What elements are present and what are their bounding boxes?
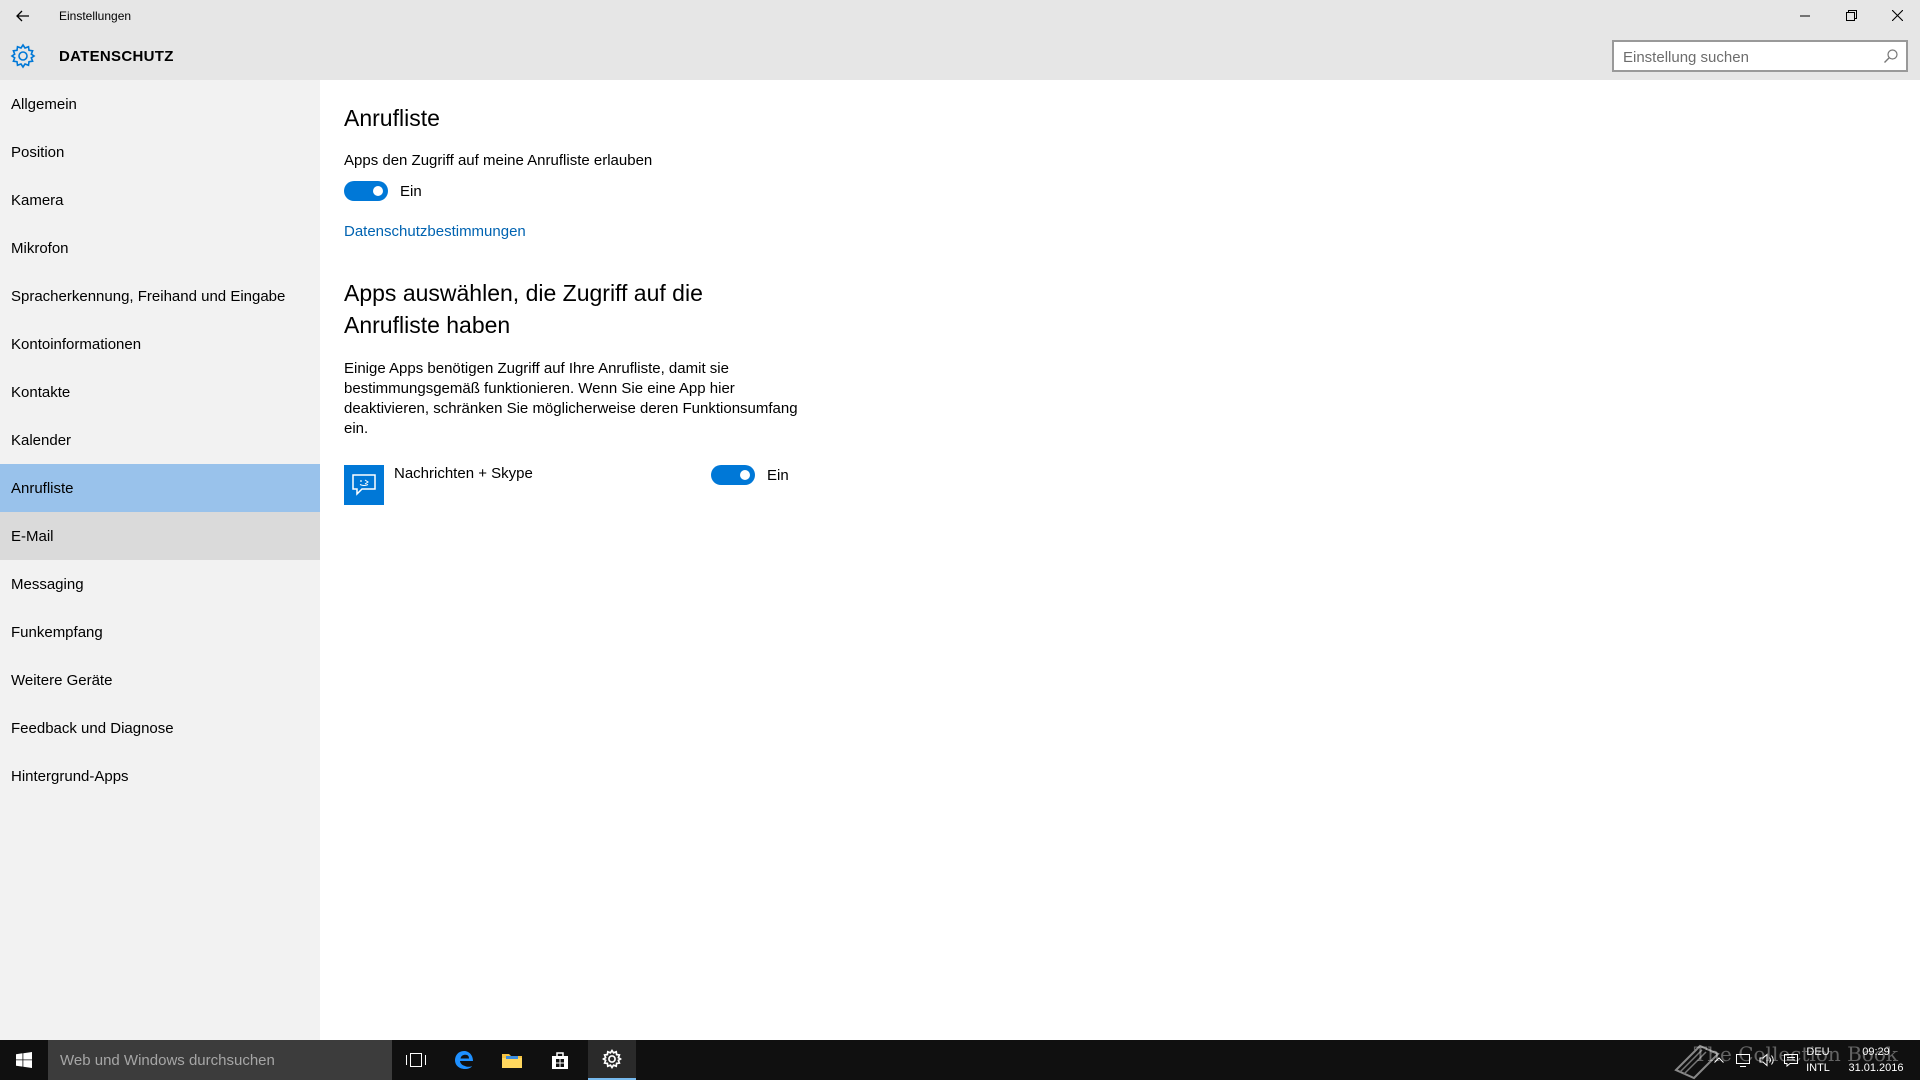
app-access-toggle[interactable] [711, 465, 755, 485]
minimize-button[interactable] [1782, 0, 1828, 31]
minimize-icon [1800, 15, 1810, 16]
sidebar-item-label: Kontakte [11, 383, 71, 401]
toggle-knob [373, 186, 383, 196]
title-bar: Einstellungen [0, 0, 1920, 31]
allow-access-toggle[interactable] [344, 181, 388, 201]
toggle-knob [740, 470, 750, 480]
start-button[interactable] [0, 1040, 48, 1080]
sidebar-item-label: Funkempfang [11, 623, 103, 641]
search-placeholder: Einstellung suchen [1623, 49, 1749, 66]
sidebar: Allgemein Position Kamera Mikrofon Sprac… [0, 80, 320, 1040]
back-button[interactable] [0, 0, 46, 31]
task-view-button[interactable] [392, 1040, 440, 1080]
sidebar-item-email[interactable]: E-Mail [0, 512, 320, 560]
folder-icon [502, 1054, 522, 1068]
sidebar-item-label: Kalender [11, 431, 72, 449]
sidebar-item-feedback[interactable]: Feedback und Diagnose [0, 704, 320, 752]
restore-button[interactable] [1828, 0, 1874, 31]
page-title: DATENSCHUTZ [59, 48, 174, 65]
apps-heading: Apps auswählen, die Zugriff auf die Anru… [344, 280, 703, 338]
settings-taskbar-button[interactable] [588, 1040, 636, 1080]
sidebar-item-label: Spracherkennung, Freihand und Eingabe [11, 287, 286, 305]
sidebar-item-messaging[interactable]: Messaging [0, 560, 320, 608]
allow-access-state: Ein [400, 183, 422, 200]
sidebar-item-label: Position [11, 143, 65, 161]
settings-search-input[interactable]: Einstellung suchen [1612, 40, 1908, 72]
sidebar-item-spracherkennung[interactable]: Spracherkennung, Freihand und Eingabe [0, 272, 320, 320]
sidebar-item-funkempfang[interactable]: Funkempfang [0, 608, 320, 656]
watermark-text: The Collection Book [1693, 1042, 1898, 1066]
edge-icon [455, 1051, 473, 1069]
taskbar-search-input[interactable]: Web und Windows durchsuchen [48, 1040, 392, 1080]
allow-access-label: Apps den Zugriff auf meine Anrufliste er… [344, 152, 653, 169]
sidebar-item-label: Messaging [11, 575, 84, 593]
chat-bubble-glyph [352, 474, 376, 496]
sidebar-item-anrufliste[interactable]: Anrufliste [0, 464, 320, 512]
sidebar-item-label: Feedback und Diagnose [11, 719, 174, 737]
file-explorer-button[interactable] [488, 1040, 536, 1080]
sidebar-item-kalender[interactable]: Kalender [0, 416, 320, 464]
edge-browser-button[interactable] [440, 1040, 488, 1080]
sidebar-item-kontoinformationen[interactable]: Kontoinformationen [0, 320, 320, 368]
gear-icon [602, 1049, 622, 1069]
sidebar-item-label: Hintergrund-Apps [11, 767, 129, 785]
task-view-icon [406, 1053, 426, 1067]
sidebar-item-label: Kamera [11, 191, 64, 209]
store-button[interactable] [536, 1040, 584, 1080]
apps-description: Einige Apps benötigen Zugriff auf Ihre A… [344, 360, 798, 437]
app-access-state: Ein [767, 467, 789, 484]
sidebar-item-label: Kontoinformationen [11, 335, 142, 353]
search-icon[interactable] [1883, 48, 1899, 64]
app-name: Nachrichten + Skype [394, 465, 533, 482]
sidebar-item-label: Allgemein [11, 95, 77, 113]
sidebar-item-label: Anrufliste [11, 479, 74, 497]
sidebar-item-allgemein[interactable]: Allgemein [0, 80, 320, 128]
taskbar-search-placeholder: Web und Windows durchsuchen [60, 1052, 275, 1069]
sidebar-item-kontakte[interactable]: Kontakte [0, 368, 320, 416]
window-title: Einstellungen [59, 9, 132, 23]
chat-bubble-icon [344, 465, 384, 505]
taskbar: Web und Windows durchsuchen DEU INTL 09:… [0, 1040, 1920, 1080]
sidebar-item-label: E-Mail [11, 527, 54, 545]
settings-header: DATENSCHUTZ Einstellung suchen [0, 31, 1920, 80]
sidebar-item-weitere-geraete[interactable]: Weitere Geräte [0, 656, 320, 704]
store-bag-icon [552, 1052, 568, 1069]
gear-icon [10, 43, 36, 69]
restore-icon [1845, 10, 1857, 21]
windows-logo-icon [16, 1052, 32, 1068]
close-icon [1891, 10, 1903, 21]
sidebar-item-label: Weitere Geräte [11, 671, 113, 689]
sidebar-item-mikrofon[interactable]: Mikrofon [0, 224, 320, 272]
sidebar-item-position[interactable]: Position [0, 128, 320, 176]
sidebar-item-kamera[interactable]: Kamera [0, 176, 320, 224]
privacy-statement-link[interactable]: Datenschutzbestimmungen [344, 223, 526, 240]
section-title: Anrufliste [344, 105, 440, 131]
back-arrow-icon [16, 10, 29, 21]
sidebar-item-label: Mikrofon [11, 239, 69, 257]
sidebar-item-hintergrund-apps[interactable]: Hintergrund-Apps [0, 752, 320, 800]
close-button[interactable] [1874, 0, 1920, 31]
